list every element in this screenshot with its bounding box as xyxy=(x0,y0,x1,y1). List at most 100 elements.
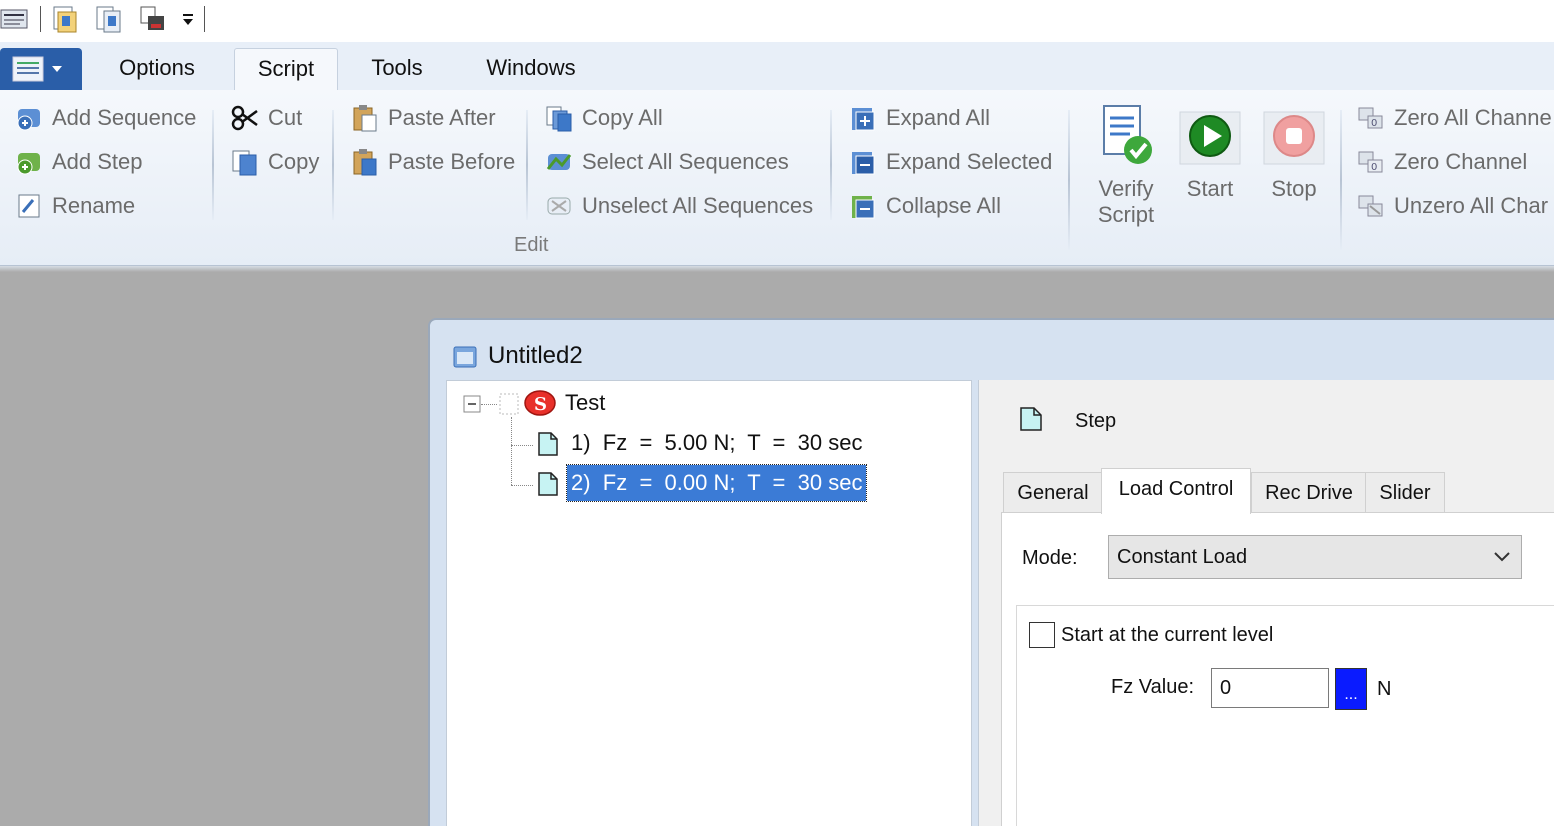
step-document-icon xyxy=(538,472,558,496)
stop-button[interactable]: Stop xyxy=(1260,102,1328,202)
rename-icon xyxy=(18,194,40,218)
select-all-sequences-icon xyxy=(546,154,572,170)
collapse-toggle-icon[interactable] xyxy=(463,395,481,413)
open-script-icon[interactable] xyxy=(50,4,80,34)
copy-icon xyxy=(232,150,257,176)
tab-general[interactable]: General xyxy=(1003,472,1103,512)
tree-connector xyxy=(481,404,497,405)
paste-before-button[interactable]: Paste Before xyxy=(350,144,515,180)
quick-access-toolbar xyxy=(0,0,1554,42)
tab-rec-drive[interactable]: Rec Drive xyxy=(1251,472,1367,512)
rename-button[interactable]: Rename xyxy=(14,188,135,224)
step-header-label: Step xyxy=(1075,410,1117,432)
paste-before-icon xyxy=(353,149,377,176)
fz-value-label: Fz Value: xyxy=(1111,676,1194,698)
svg-text:S: S xyxy=(534,394,547,415)
fz-unit-label: N xyxy=(1377,678,1392,700)
tree-root-label: Test xyxy=(565,390,606,415)
scissors-icon xyxy=(231,105,258,131)
select-all-sequences-button[interactable]: Select All Sequences xyxy=(544,144,789,180)
ribbon-separator xyxy=(1068,110,1070,250)
unzero-all-channels-label: Unzero All Char xyxy=(1394,193,1549,218)
tree-step-2-label: 2) Fz = 0.00 N; T = 30 sec xyxy=(565,464,868,502)
unselect-all-sequences-button[interactable]: Unselect All Sequences xyxy=(544,188,813,224)
start-current-level-checkbox[interactable] xyxy=(1029,622,1055,648)
step-properties-panel: Step General Load Control Rec Drive Slid… xyxy=(978,380,1554,826)
application-menu-button[interactable] xyxy=(0,48,82,90)
rename-label: Rename xyxy=(52,193,136,218)
copy-label: Copy xyxy=(268,149,320,174)
copy-all-button[interactable]: Copy All xyxy=(544,100,663,136)
ribbon-panel: Add Sequence Add Step Rename Cut Copy Pa… xyxy=(0,90,1554,266)
mode-select[interactable]: Constant Load xyxy=(1108,535,1522,579)
play-icon xyxy=(1179,111,1241,165)
unselect-all-sequences-icon xyxy=(547,197,571,215)
sequence-s-icon: S xyxy=(524,390,556,416)
collapse-all-label: Collapse All xyxy=(886,193,1001,218)
toolbar-separator xyxy=(40,6,41,32)
tab-windows[interactable]: Windows xyxy=(466,48,596,90)
verify-script-button[interactable]: Verify Script xyxy=(1088,102,1164,228)
ribbon-tab-bar: Options Script Tools Windows xyxy=(0,42,1554,90)
ribbon-shadow xyxy=(0,266,1554,272)
collapse-all-button[interactable]: Collapse All xyxy=(848,188,1001,224)
script-tree-view[interactable]: S Test 1) Fz = 5.00 N; T = 30 sec 2) Fz … xyxy=(446,380,972,826)
tree-root-test[interactable]: Test xyxy=(561,385,609,421)
document-window: Untitled2 S Test 1) Fz = 5.00 N; T = 30 … xyxy=(428,318,1554,826)
start-button[interactable]: Start xyxy=(1176,102,1244,202)
zero-channel-icon: 0 xyxy=(1358,151,1383,173)
tab-slider[interactable]: Slider xyxy=(1365,472,1445,512)
chevron-down-icon xyxy=(1494,552,1510,562)
cut-button[interactable]: Cut xyxy=(230,100,302,136)
expand-selected-icon xyxy=(852,152,875,175)
mode-label: Mode: xyxy=(1022,547,1078,569)
add-sequence-icon xyxy=(17,109,40,131)
tree-step-2[interactable]: 2) Fz = 0.00 N; T = 30 sec xyxy=(565,464,868,502)
expand-selected-button[interactable]: Expand Selected xyxy=(848,144,1052,180)
tree-connector xyxy=(511,445,533,446)
unzero-all-channels-button[interactable]: Unzero All Char xyxy=(1356,188,1548,224)
copy-button[interactable]: Copy xyxy=(230,144,319,180)
tree-step-1[interactable]: 1) Fz = 5.00 N; T = 30 sec xyxy=(567,425,866,461)
app-logo-icon xyxy=(0,9,28,29)
paste-after-button[interactable]: Paste After xyxy=(350,100,496,136)
verify-script-label-2: Script xyxy=(1097,202,1155,227)
expand-all-button[interactable]: Expand All xyxy=(848,100,990,136)
cut-label: Cut xyxy=(268,105,303,130)
customize-dropdown-icon[interactable] xyxy=(180,4,196,34)
document-window-icon xyxy=(453,346,477,368)
zero-all-channels-label: Zero All Channe xyxy=(1394,105,1552,130)
add-sequence-label: Add Sequence xyxy=(52,105,197,130)
svg-text:0: 0 xyxy=(1371,162,1377,173)
fz-value-browse-button[interactable]: ... xyxy=(1335,668,1367,710)
tab-options[interactable]: Options xyxy=(98,48,216,90)
paste-after-icon xyxy=(353,105,377,132)
ribbon-separator xyxy=(1340,110,1342,250)
add-sequence-button[interactable]: Add Sequence xyxy=(14,100,196,136)
copy-all-icon xyxy=(546,106,572,132)
expand-all-icon xyxy=(852,108,875,131)
copy-all-label: Copy All xyxy=(582,105,663,130)
zero-all-channels-button[interactable]: 0 Zero All Channe xyxy=(1356,100,1552,136)
paste-after-label: Paste After xyxy=(388,105,496,130)
unzero-all-channels-icon xyxy=(1358,195,1383,217)
start-current-level-label: Start at the current level xyxy=(1061,624,1274,646)
save-script-icon[interactable] xyxy=(94,4,124,34)
ribbon-separator xyxy=(332,110,334,220)
print-icon[interactable] xyxy=(138,4,168,34)
load-options-group: Start at the current level Fz Value: ...… xyxy=(1016,605,1554,826)
tab-tools[interactable]: Tools xyxy=(352,48,442,90)
fz-value-input[interactable] xyxy=(1211,668,1329,708)
expand-all-label: Expand All xyxy=(886,105,990,130)
sequence-checkbox-icon[interactable] xyxy=(499,393,519,415)
tab-script[interactable]: Script xyxy=(234,48,338,90)
verify-script-label-1: Verify xyxy=(1098,176,1154,201)
add-step-button[interactable]: Add Step xyxy=(14,144,143,180)
unselect-all-sequences-label: Unselect All Sequences xyxy=(582,193,814,218)
step-document-icon xyxy=(538,432,558,456)
zero-channel-button[interactable]: 0 Zero Channel xyxy=(1356,144,1527,180)
tab-load-control[interactable]: Load Control xyxy=(1101,468,1251,514)
document-title: Untitled2 xyxy=(488,342,583,369)
expand-selected-label: Expand Selected xyxy=(886,149,1053,174)
application-menu-icon xyxy=(12,56,62,82)
